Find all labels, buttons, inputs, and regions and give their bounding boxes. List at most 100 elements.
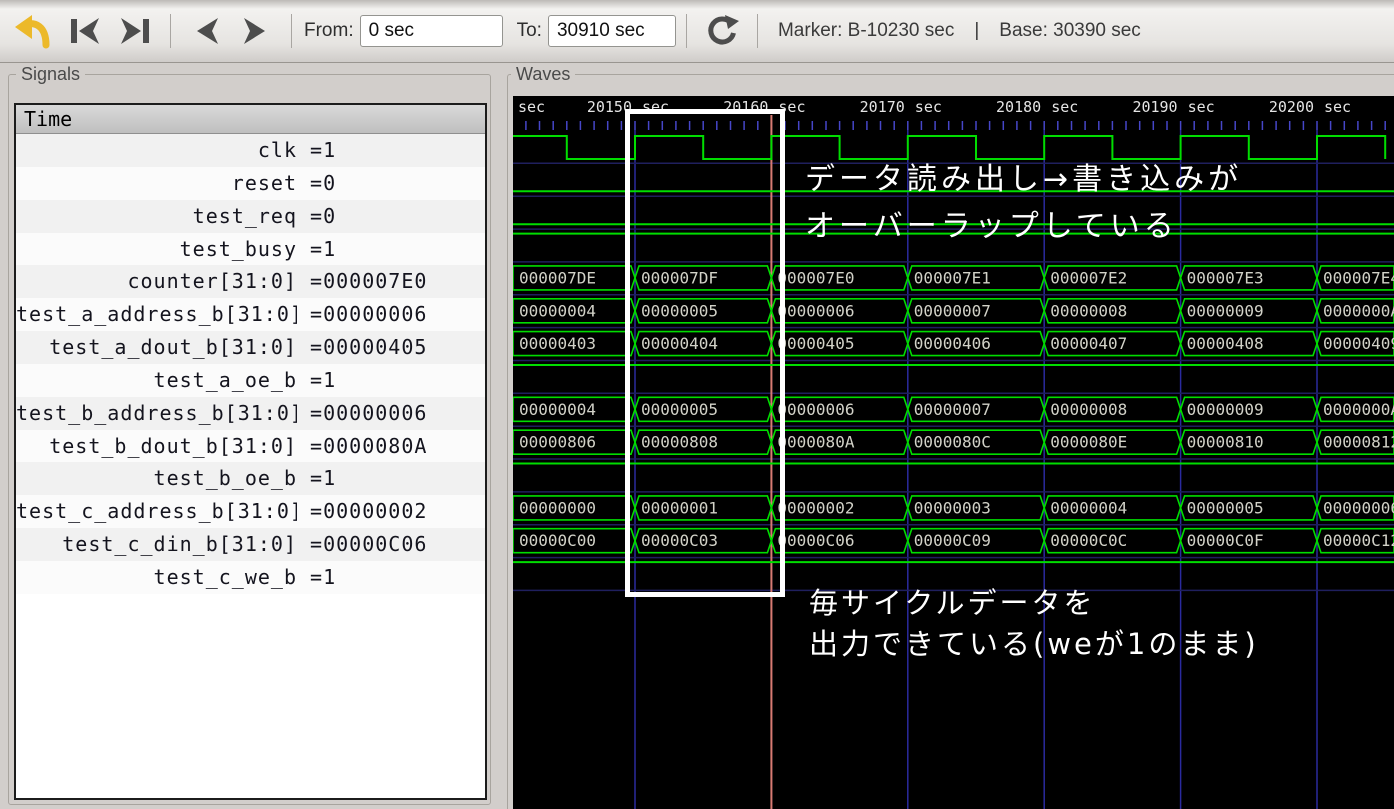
- toolbar: From: To: Marker: B-10230 sec | Base: 30…: [0, 0, 1394, 63]
- svg-text:0000080A: 0000080A: [777, 433, 854, 452]
- signal-value: =000007E0: [297, 265, 485, 298]
- signal-row[interactable]: test_a_oe_b =1: [16, 364, 485, 397]
- signal-row[interactable]: test_b_oe_b =1: [16, 462, 485, 495]
- signal-value: =1: [297, 561, 485, 594]
- svg-text:00000002: 00000002: [777, 498, 854, 517]
- svg-text:00000407: 00000407: [1050, 334, 1127, 353]
- go-to-start-icon[interactable]: [62, 9, 108, 53]
- svg-text:000007E4: 000007E4: [1323, 268, 1394, 287]
- wave-canvas[interactable]: sec20150sec20160sec20170sec20180sec20190…: [513, 96, 1394, 809]
- svg-text:00000006: 00000006: [777, 400, 854, 419]
- signal-value: =00000002: [297, 495, 485, 528]
- signal-name: test_b_address_b[31:0]: [16, 397, 297, 430]
- signal-value: =0: [297, 200, 485, 233]
- waves-frame-label: Waves: [511, 64, 575, 85]
- signal-list[interactable]: Time clk =1reset =0test_req =0test_busy …: [14, 103, 487, 800]
- step-right-icon[interactable]: [233, 9, 279, 53]
- svg-text:00000C06: 00000C06: [777, 531, 854, 550]
- signal-row[interactable]: test_b_address_b[31:0] =00000006: [16, 397, 485, 430]
- svg-text:0000000A: 0000000A: [1323, 301, 1394, 320]
- svg-text:00000405: 00000405: [777, 334, 854, 353]
- svg-text:20150: 20150: [587, 98, 632, 116]
- svg-text:0000000A: 0000000A: [1323, 400, 1394, 419]
- signal-row[interactable]: test_a_address_b[31:0] =00000006: [16, 298, 485, 331]
- svg-text:000007E2: 000007E2: [1050, 268, 1127, 287]
- base-readout: Base: 30390 sec: [999, 20, 1141, 42]
- toolbar-separator: [686, 14, 687, 48]
- step-left-icon[interactable]: [183, 9, 229, 53]
- svg-text:00000005: 00000005: [1187, 498, 1264, 517]
- svg-text:00000806: 00000806: [519, 433, 596, 452]
- svg-text:sec: sec: [1324, 98, 1351, 116]
- from-input[interactable]: [360, 15, 503, 47]
- svg-text:00000009: 00000009: [1187, 301, 1264, 320]
- svg-text:00000403: 00000403: [519, 334, 596, 353]
- signal-row[interactable]: test_c_we_b =1: [16, 561, 485, 594]
- svg-text:00000C12: 00000C12: [1323, 531, 1394, 550]
- signal-name: test_c_din_b[31:0]: [16, 528, 297, 561]
- svg-text:sec: sec: [778, 98, 805, 116]
- signal-name: test_c_address_b[31:0]: [16, 495, 297, 528]
- signal-name: test_req: [16, 200, 297, 233]
- svg-text:00000004: 00000004: [1050, 498, 1127, 517]
- svg-text:00000006: 00000006: [777, 301, 854, 320]
- waveforms[interactable]: sec20150sec20160sec20170sec20180sec20190…: [513, 96, 1394, 809]
- signal-row[interactable]: test_b_dout_b[31:0] =0000080A: [16, 430, 485, 463]
- toolbar-separator: [291, 14, 292, 48]
- svg-text:0000080C: 0000080C: [914, 433, 991, 452]
- signal-row[interactable]: test_c_address_b[31:0] =00000002: [16, 495, 485, 528]
- signal-rows: clk =1reset =0test_req =0test_busy =1cou…: [16, 134, 485, 594]
- svg-text:00000C03: 00000C03: [641, 531, 718, 550]
- signal-value: =1: [297, 233, 485, 266]
- svg-text:00000404: 00000404: [641, 334, 718, 353]
- svg-text:sec: sec: [518, 98, 545, 116]
- svg-text:20190: 20190: [1132, 98, 1177, 116]
- svg-text:00000007: 00000007: [914, 400, 991, 419]
- signal-row[interactable]: test_c_din_b[31:0] =00000C06: [16, 528, 485, 561]
- svg-text:00000008: 00000008: [1050, 400, 1127, 419]
- signal-value: =00000006: [297, 298, 485, 331]
- signal-value: =00000006: [297, 397, 485, 430]
- svg-text:sec: sec: [1051, 98, 1078, 116]
- signal-value: =00000C06: [297, 528, 485, 561]
- signal-row[interactable]: reset =0: [16, 167, 485, 200]
- reload-icon[interactable]: [699, 9, 745, 53]
- svg-text:00000000: 00000000: [519, 498, 596, 517]
- svg-text:00000006: 00000006: [1323, 498, 1394, 517]
- signals-frame-label: Signals: [16, 64, 85, 85]
- toolbar-separator: [757, 14, 758, 48]
- to-label: To:: [517, 20, 542, 42]
- svg-text:0000080E: 0000080E: [1050, 433, 1127, 452]
- svg-text:000007E0: 000007E0: [777, 268, 854, 287]
- svg-text:sec: sec: [915, 98, 942, 116]
- undo-icon[interactable]: [8, 9, 58, 53]
- signal-row[interactable]: test_busy =1: [16, 233, 485, 266]
- marker-readout: Marker: B-10230 sec: [778, 20, 954, 42]
- signal-name: test_c_we_b: [16, 561, 297, 594]
- signal-value: =1: [297, 364, 485, 397]
- signal-row[interactable]: test_req =0: [16, 200, 485, 233]
- signal-row[interactable]: test_a_dout_b[31:0] =00000405: [16, 331, 485, 364]
- gtkwave-window: From: To: Marker: B-10230 sec | Base: 30…: [0, 0, 1394, 809]
- signal-name: clk: [16, 134, 297, 167]
- signal-name: test_a_address_b[31:0]: [16, 298, 297, 331]
- signal-list-header: Time: [16, 105, 485, 134]
- go-to-end-icon[interactable]: [112, 9, 158, 53]
- svg-text:00000003: 00000003: [914, 498, 991, 517]
- svg-text:00000004: 00000004: [519, 301, 596, 320]
- signal-value: =1: [297, 462, 485, 495]
- signal-name: test_b_oe_b: [16, 462, 297, 495]
- svg-text:00000001: 00000001: [641, 498, 718, 517]
- svg-text:20170: 20170: [860, 98, 905, 116]
- svg-text:00000C0C: 00000C0C: [1050, 531, 1127, 550]
- signal-row[interactable]: clk =1: [16, 134, 485, 167]
- svg-text:00000409: 00000409: [1323, 334, 1394, 353]
- signal-name: test_busy: [16, 233, 297, 266]
- svg-text:00000808: 00000808: [641, 433, 718, 452]
- svg-text:00000004: 00000004: [519, 400, 596, 419]
- svg-text:00000812: 00000812: [1323, 433, 1394, 452]
- signal-row[interactable]: counter[31:0] =000007E0: [16, 265, 485, 298]
- to-input[interactable]: [548, 15, 676, 47]
- signal-name: reset: [16, 167, 297, 200]
- svg-text:000007E1: 000007E1: [914, 268, 991, 287]
